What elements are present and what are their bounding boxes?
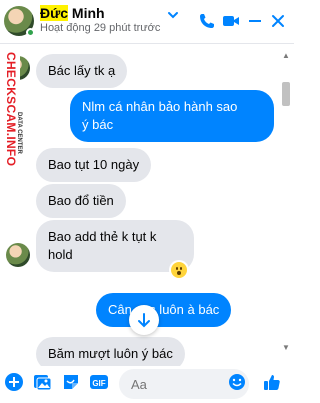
phone-icon[interactable] [197, 11, 217, 31]
message-line: Bao add thẻ k tụt k [48, 229, 157, 244]
arrow-down-icon [138, 313, 150, 328]
message-outgoing[interactable]: Cân pcs luôn à bác [96, 293, 232, 327]
message-line: Nlm cá nhân bảo hành sao [82, 99, 238, 114]
message-line: ý bác [82, 117, 114, 132]
video-icon[interactable] [221, 11, 241, 31]
watermark: CHECKSCAM.INFO DATA CENTER [0, 52, 22, 182]
online-indicator [26, 28, 35, 37]
avatar[interactable] [6, 243, 30, 267]
gif-icon[interactable]: GIF [89, 372, 109, 392]
scroll-down-icon[interactable]: ▼ [282, 344, 290, 352]
message-incoming[interactable]: Băm mượt luôn ý bác [36, 337, 185, 366]
chat-header: Đức Minh Hoạt động 29 phút trước [0, 0, 294, 44]
scrollbar-thumb[interactable] [282, 82, 290, 106]
contact-name[interactable]: Đức Minh [40, 5, 105, 21]
active-status: Hoạt động 29 phút trước [40, 22, 161, 34]
close-icon[interactable] [268, 11, 288, 31]
minimize-icon[interactable] [245, 11, 265, 31]
scroll-up-icon[interactable]: ▲ [282, 52, 290, 60]
watermark-subtext-label: DATA CENTER [16, 112, 22, 154]
like-icon[interactable] [262, 372, 282, 392]
scrollbar[interactable]: ▲ ▼ [280, 52, 292, 352]
add-icon[interactable] [4, 372, 24, 392]
contact-name-rest: Minh [68, 5, 105, 21]
message-incoming[interactable]: Bao add thẻ k tụt k hold [36, 220, 194, 272]
message-incoming[interactable]: Bác lấy tk ạ [36, 54, 128, 88]
emoji-icon[interactable] [227, 372, 247, 392]
message-incoming[interactable]: Bao đổ tiền [36, 184, 126, 218]
photo-icon[interactable] [32, 372, 52, 392]
message-incoming[interactable]: Bao tụt 10 ngày [36, 148, 152, 182]
contact-name-highlight: Đức [40, 5, 69, 21]
wow-reaction-icon[interactable] [171, 262, 187, 278]
scroll-to-bottom-button[interactable] [129, 305, 159, 335]
message-line: hold [48, 247, 73, 262]
svg-text:GIF: GIF [92, 379, 105, 388]
message-composer: GIF [0, 366, 294, 403]
chevron-down-icon[interactable] [165, 7, 181, 23]
sticker-icon[interactable] [61, 372, 81, 392]
message-outgoing[interactable]: Nlm cá nhân bảo hành sao ý bác [70, 90, 274, 142]
